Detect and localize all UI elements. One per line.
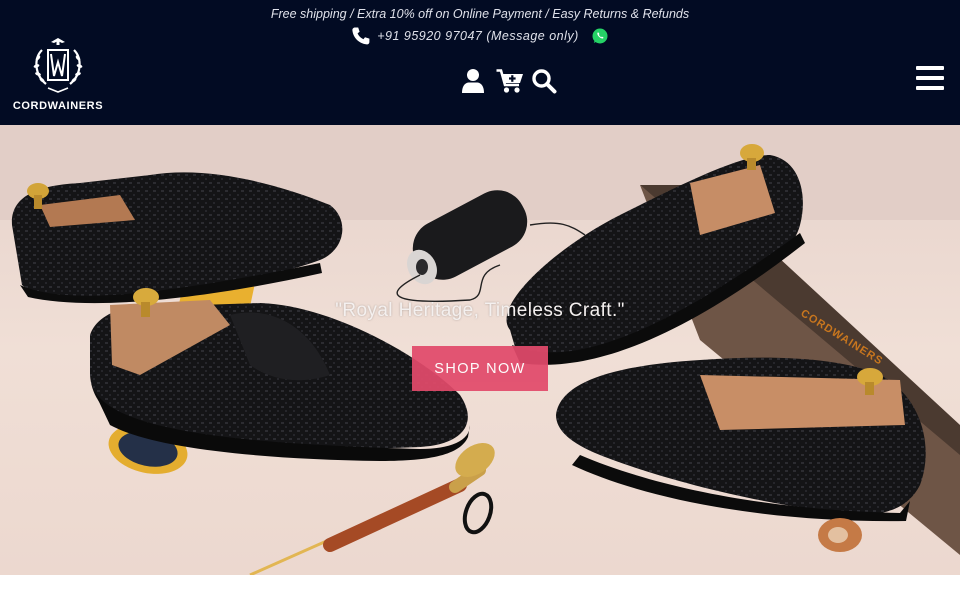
contact-line: +91 95920 97047 (Message only) [0,26,960,46]
whatsapp-icon[interactable] [591,27,609,45]
hero-banner: CORDWAINERS "Royal Heritage, Timeless Cr… [0,125,960,575]
hero-tagline: "Royal Heritage, Timeless Craft." [335,300,625,321]
promo-banner: Free shipping / Extra 10% off on Online … [270,7,690,21]
user-icon[interactable] [461,68,488,96]
brand-logo[interactable]: CORDWAINERS [12,36,104,116]
phone-number[interactable]: +91 95920 97047 (Message only) [377,29,579,43]
brand-name: CORDWAINERS [12,100,104,112]
cart-icon[interactable] [496,68,523,96]
header-actions [461,68,558,96]
menu-icon[interactable] [916,66,944,94]
shop-now-button[interactable]: SHOP NOW [412,346,548,391]
page-content-start [0,575,960,600]
phone-icon[interactable] [351,26,371,46]
search-icon[interactable] [531,68,558,96]
crest-icon [33,38,83,93]
site-header: Free shipping / Extra 10% off on Online … [0,0,960,125]
